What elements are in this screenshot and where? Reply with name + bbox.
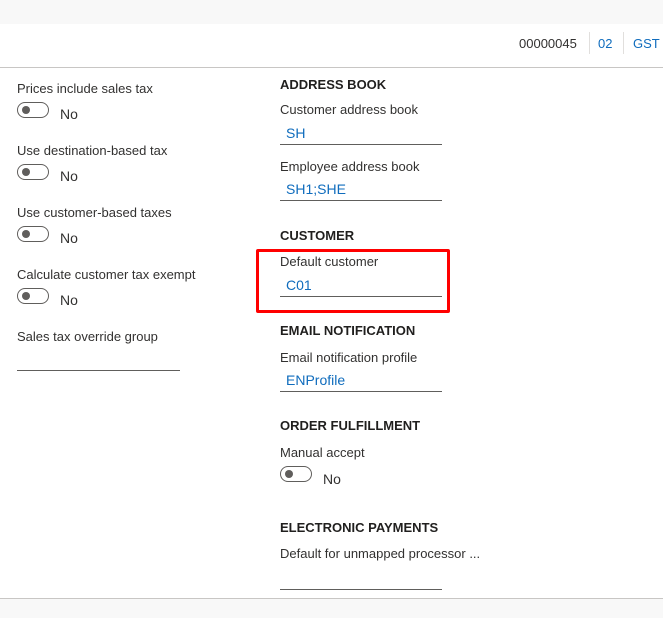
employee-address-book-field[interactable]: SH1;SHE xyxy=(280,179,442,201)
manual-accept-toggle[interactable] xyxy=(280,466,312,482)
customer-tax-label: Use customer-based taxes xyxy=(17,205,172,220)
tax-exempt-label: Calculate customer tax exempt xyxy=(17,267,196,282)
toggle-knob xyxy=(22,230,30,238)
default-customer-value: C01 xyxy=(286,277,312,293)
default-customer-label: Default customer xyxy=(280,254,379,269)
tax-link[interactable]: GST xyxy=(633,36,660,52)
email-profile-field[interactable]: ENProfile xyxy=(280,370,442,392)
top-strip xyxy=(0,0,663,24)
order-fulfillment-heading: ORDER FULFILLMENT xyxy=(280,418,421,433)
tax-exempt-toggle[interactable] xyxy=(17,288,49,304)
email-notification-heading: EMAIL NOTIFICATION xyxy=(280,323,416,338)
customer-address-book-field[interactable]: SH xyxy=(280,123,442,145)
prices-include-tax-label: Prices include sales tax xyxy=(17,81,153,96)
customer-tax-toggle[interactable] xyxy=(17,226,49,242)
prices-include-tax-toggle[interactable] xyxy=(17,102,49,118)
unmapped-processor-field[interactable] xyxy=(280,568,442,590)
override-group-label: Sales tax override group xyxy=(17,329,158,344)
toggle-knob xyxy=(285,470,293,478)
email-profile-value: ENProfile xyxy=(286,372,346,388)
header-bar: 00000045 02 GST xyxy=(0,24,663,68)
override-group-field[interactable] xyxy=(17,349,180,371)
address-book-heading: ADDRESS BOOK xyxy=(280,77,387,92)
email-profile-label: Email notification profile xyxy=(280,350,418,365)
default-customer-field[interactable]: C01 xyxy=(280,275,442,297)
employee-address-book-label: Employee address book xyxy=(280,159,420,174)
destination-tax-toggle[interactable] xyxy=(17,164,49,180)
employee-address-book-value: SH1;SHE xyxy=(286,181,346,197)
header-divider xyxy=(589,32,590,54)
toggle-knob xyxy=(22,168,30,176)
parameters-panel: Prices include sales tax No Use destinat… xyxy=(0,68,663,599)
unmapped-processor-label: Default for unmapped processor ... xyxy=(280,546,481,561)
bottom-strip xyxy=(0,599,663,618)
header-divider xyxy=(623,32,624,54)
electronic-payments-heading: ELECTRONIC PAYMENTS xyxy=(280,520,439,535)
customer-address-book-value: SH xyxy=(286,125,306,141)
destination-tax-value: No xyxy=(60,168,78,184)
customer-heading: CUSTOMER xyxy=(280,228,355,243)
record-id: 00000045 xyxy=(519,36,577,51)
toggle-knob xyxy=(22,292,30,300)
manual-accept-label: Manual accept xyxy=(280,445,365,460)
customer-tax-value: No xyxy=(60,230,78,246)
toggle-knob xyxy=(22,106,30,114)
tax-exempt-value: No xyxy=(60,292,78,308)
customer-address-book-label: Customer address book xyxy=(280,102,419,117)
destination-tax-label: Use destination-based tax xyxy=(17,143,168,158)
manual-accept-value: No xyxy=(323,471,341,487)
prices-include-tax-value: No xyxy=(60,106,78,122)
company-link[interactable]: 02 xyxy=(598,36,612,52)
